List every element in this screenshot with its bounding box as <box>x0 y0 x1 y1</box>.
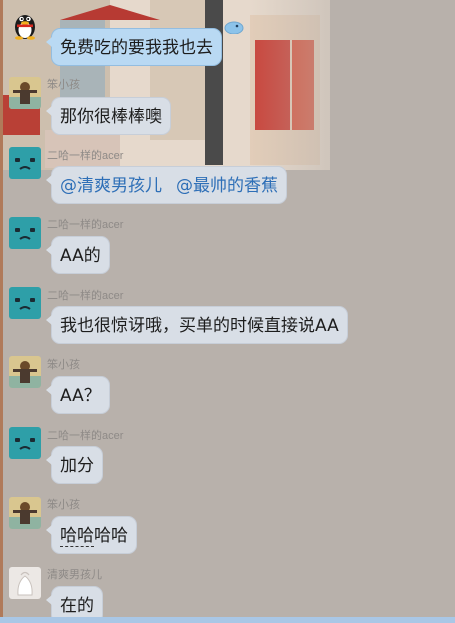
message-text: 我也很惊讶哦，买单的时候直接说AA <box>60 316 339 336</box>
sender-name: 二哈一样的acer <box>47 430 124 442</box>
message-bubble[interactable]: 加分 <box>46 446 103 484</box>
message-text-underlined: 哈哈 <box>60 526 94 547</box>
message-text: 在的 <box>60 596 94 616</box>
teal-face-avatar[interactable] <box>9 427 41 459</box>
teal-face-avatar[interactable] <box>9 147 41 179</box>
cartoon-avatar[interactable] <box>9 77 41 109</box>
cartoon-avatar[interactable] <box>9 497 41 529</box>
sender-name: 笨小孩 <box>47 499 80 511</box>
message-bubble[interactable]: AA的 <box>46 236 110 274</box>
bubble-decoration-icon <box>224 21 244 34</box>
qq-penguin-icon[interactable] <box>9 8 41 40</box>
sender-name: 笨小孩 <box>47 359 80 371</box>
mention-link[interactable]: @最帅的香蕉 <box>176 176 278 196</box>
cartoon-avatar[interactable] <box>9 356 41 388</box>
message-bubble[interactable]: @清爽男孩儿 @最帅的香蕉 <box>46 166 287 204</box>
mention-link[interactable]: @清爽男孩儿 <box>60 176 162 196</box>
message-bubble[interactable]: AA？ <box>46 376 110 414</box>
sender-name: 二哈一样的acer <box>47 290 124 302</box>
white-avatar[interactable] <box>9 567 41 599</box>
teal-face-avatar[interactable] <box>9 217 41 249</box>
sender-name: 二哈一样的acer <box>47 219 124 231</box>
message-bubble[interactable]: 我也很惊讶哦，买单的时候直接说AA <box>46 306 348 344</box>
message-text: AA？ <box>60 386 101 406</box>
sender-name: 清爽男孩儿 <box>47 569 102 581</box>
input-area-edge <box>0 617 455 623</box>
message-bubble[interactable]: 免费吃的要我我也去 <box>46 28 222 66</box>
sender-name: 笨小孩 <box>47 79 80 91</box>
message-bubble[interactable]: 哈哈哈哈 <box>46 516 137 554</box>
message-bubble[interactable]: 那你很棒棒噢 <box>46 97 171 135</box>
sender-name: 二哈一样的acer <box>47 150 124 162</box>
window-left-edge <box>0 0 3 623</box>
message-text: 加分 <box>60 456 94 476</box>
message-text: 哈哈 <box>94 526 128 546</box>
message-text: 免费吃的要我我也去 <box>60 38 213 58</box>
chat-window: 免费吃的要我我也去 笨小孩 那你很棒棒噢 二哈一样的acer @清爽男孩儿 @最… <box>0 0 455 623</box>
message-text: 那你很棒棒噢 <box>60 107 162 127</box>
message-text: AA的 <box>60 246 101 266</box>
teal-face-avatar[interactable] <box>9 287 41 319</box>
